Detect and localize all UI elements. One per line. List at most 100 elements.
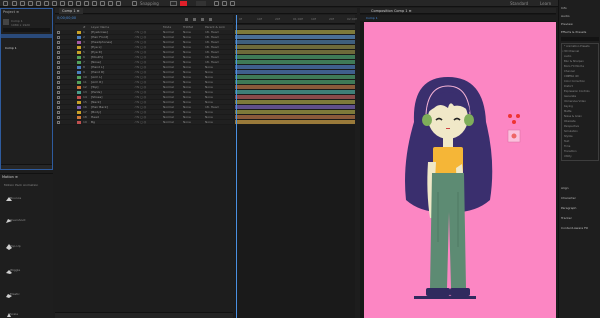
effects-presets-tab[interactable]: Effects & Presets (561, 30, 586, 34)
label-color-chip[interactable] (77, 61, 81, 64)
visibility-eye-icon[interactable] (57, 36, 60, 39)
eraser-tool-icon[interactable] (100, 1, 105, 6)
label-color-chip[interactable] (77, 111, 81, 114)
motion-preset-item[interactable]: Pop-Up (6, 242, 50, 252)
rotate-tool-icon[interactable] (36, 1, 41, 6)
visibility-eye-icon[interactable] (57, 106, 60, 109)
playhead[interactable] (236, 15, 237, 318)
label-color-chip[interactable] (77, 41, 81, 44)
align-icon[interactable] (222, 1, 227, 6)
current-time-display[interactable]: 0;00;00;00 (57, 16, 76, 20)
puppet-tool-icon[interactable] (116, 1, 121, 6)
tab-composition[interactable]: Composition Comp 1 ≡ (368, 8, 415, 14)
stroke-swatch[interactable] (180, 1, 187, 6)
label-color-chip[interactable] (77, 116, 81, 119)
fill-swatch[interactable] (170, 1, 177, 6)
visibility-eye-icon[interactable] (57, 56, 60, 59)
panel-tab-align[interactable]: Align (561, 186, 569, 190)
roto-brush-tool-icon[interactable] (108, 1, 113, 6)
panel-tab-tracker[interactable]: Tracker (561, 216, 572, 220)
label-color-chip[interactable] (77, 36, 81, 39)
label-color-chip[interactable] (77, 56, 81, 59)
pen-tool-icon[interactable] (68, 1, 73, 6)
work-area-bar[interactable] (235, 25, 355, 29)
effect-category-item[interactable]: Utility (562, 154, 598, 159)
pan-behind-tool-icon[interactable] (52, 1, 57, 6)
motion-preset-item[interactable]: Scale (6, 310, 50, 318)
label-color-chip[interactable] (77, 71, 81, 74)
star-icon[interactable] (214, 1, 219, 6)
label-color-chip[interactable] (77, 96, 81, 99)
label-color-chip[interactable] (77, 31, 81, 34)
clone-stamp-tool-icon[interactable] (92, 1, 97, 6)
label-color-chip[interactable] (77, 106, 81, 109)
layer-mode[interactable]: Normal (163, 120, 174, 125)
info-panel-tab[interactable]: Info (561, 6, 567, 10)
visibility-eye-icon[interactable] (57, 66, 60, 69)
project-item-selected[interactable]: Comp 1 (1, 34, 52, 50)
project-tab[interactable]: Project ≡ (1, 9, 52, 15)
motion-preset-item[interactable]: Wiggle (6, 266, 50, 276)
layer-trkmat[interactable]: None (183, 120, 191, 125)
label-color-chip[interactable] (77, 66, 81, 69)
grid-icon[interactable] (230, 1, 235, 6)
visibility-eye-icon[interactable] (57, 111, 60, 114)
visibility-eye-icon[interactable] (57, 91, 60, 94)
workspace-standard[interactable]: Standard (510, 0, 528, 7)
label-color-chip[interactable] (77, 76, 81, 79)
label-color-chip[interactable] (77, 91, 81, 94)
camera-tool-icon[interactable] (44, 1, 49, 6)
motion-preset-item[interactable]: Bounce (6, 194, 50, 204)
graph-editor-icon[interactable] (209, 18, 212, 21)
label-color-chip[interactable] (77, 121, 81, 124)
workspace-learn[interactable]: Learn (540, 0, 551, 7)
layer-name[interactable]: Bg (91, 120, 131, 125)
layer-switches[interactable]: ⁄ fx ◻ ◎ (135, 120, 146, 125)
project-search-input[interactable] (3, 28, 50, 32)
time-ruler[interactable]: 0f 10f 20f 01:00f 10f 20f 02:00f (235, 15, 357, 24)
stroke-width-field[interactable] (196, 1, 206, 6)
tab-comp-1[interactable]: Comp 1 ≡ (59, 8, 83, 14)
visibility-eye-icon[interactable] (57, 41, 60, 44)
visibility-eye-icon[interactable] (57, 96, 60, 99)
home-icon[interactable] (3, 1, 8, 6)
shape-tool-icon[interactable] (60, 1, 65, 6)
panel-tab-paragraph[interactable]: Paragraph (561, 206, 576, 210)
composition-name[interactable]: Comp 1 (366, 15, 378, 21)
preview-panel-tab[interactable]: Preview (561, 22, 573, 26)
label-color-chip[interactable] (77, 46, 81, 49)
visibility-eye-icon[interactable] (57, 86, 60, 89)
effects-search-input[interactable]: ⌕ (561, 37, 599, 53)
visibility-eye-icon[interactable] (57, 81, 60, 84)
shy-toggle-icon[interactable] (185, 18, 188, 21)
motion-preset-item[interactable]: Overshoot (6, 216, 50, 226)
hand-tool-icon[interactable] (20, 1, 25, 6)
selection-tool-icon[interactable] (12, 1, 17, 6)
motion-tab[interactable]: Motion ≡ (2, 174, 18, 180)
motion-preset-item[interactable]: Elastic (6, 290, 50, 300)
layer-duration-bar[interactable] (235, 120, 355, 125)
label-color-chip[interactable] (77, 101, 81, 104)
type-tool-icon[interactable] (76, 1, 81, 6)
label-color-chip[interactable] (77, 86, 81, 89)
label-color-chip[interactable] (77, 51, 81, 54)
panel-tab-character[interactable]: Character (561, 196, 576, 200)
label-color-chip[interactable] (77, 81, 81, 84)
visibility-eye-icon[interactable] (57, 51, 60, 54)
visibility-eye-icon[interactable] (57, 116, 60, 119)
brush-tool-icon[interactable] (84, 1, 89, 6)
panel-tab-content-aware-fill[interactable]: Content-Aware Fill (561, 226, 588, 230)
visibility-eye-icon[interactable] (57, 61, 60, 64)
visibility-eye-icon[interactable] (57, 71, 60, 74)
visibility-eye-icon[interactable] (57, 121, 60, 124)
snapping-checkbox-icon[interactable] (132, 1, 137, 6)
visibility-eye-icon[interactable] (57, 46, 60, 49)
visibility-eye-icon[interactable] (57, 31, 60, 34)
visibility-eye-icon[interactable] (57, 76, 60, 79)
layer-row[interactable]: 19 Bg ⁄ fx ◻ ◎ Normal None None (55, 120, 233, 125)
zoom-tool-icon[interactable] (28, 1, 33, 6)
composition-canvas[interactable] (364, 22, 556, 318)
frame-blend-icon[interactable] (193, 18, 196, 21)
motion-blur-icon[interactable] (201, 18, 204, 21)
visibility-eye-icon[interactable] (57, 101, 60, 104)
